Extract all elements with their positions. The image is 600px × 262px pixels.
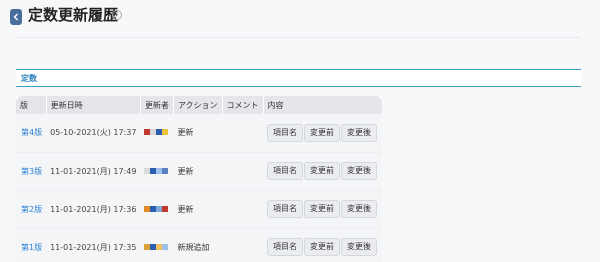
content-cell: 項目名 変更前 変更後 bbox=[263, 114, 383, 153]
content-cell: 項目名 変更前 変更後 bbox=[263, 152, 383, 191]
table-row: 第2版 11-01-2021(月) 17:36 更新 項目名 変更前 変更後 bbox=[16, 190, 383, 229]
avatar bbox=[144, 243, 169, 250]
version-cell: 第2版 bbox=[16, 190, 47, 229]
table-row: 第1版 11-01-2021(月) 17:35 新規追加 項目名 変更前 変更後 bbox=[16, 228, 383, 262]
avatar bbox=[144, 129, 169, 136]
comment-cell bbox=[222, 152, 264, 191]
version-cell: 第3版 bbox=[16, 152, 47, 191]
divider bbox=[16, 37, 580, 38]
action-cell: 更新 bbox=[173, 190, 223, 229]
datetime-cell: 11-01-2021(月) 17:49 bbox=[46, 152, 141, 191]
action-cell: 更新 bbox=[173, 114, 223, 153]
comment-cell bbox=[222, 228, 264, 262]
col-updater: 更新者 bbox=[140, 96, 174, 114]
after-button[interactable]: 変更後 bbox=[341, 162, 378, 180]
col-content: 内容 bbox=[263, 96, 383, 114]
section-label: 定数 bbox=[21, 74, 37, 83]
before-button[interactable]: 変更前 bbox=[304, 123, 341, 142]
col-version: 版 bbox=[16, 96, 47, 114]
after-button[interactable]: 変更後 bbox=[341, 200, 378, 218]
comment-cell bbox=[222, 114, 264, 153]
table-row: 第3版 11-01-2021(月) 17:49 更新 項目名 変更前 変更後 bbox=[16, 152, 383, 191]
history-table: 版 更新日時 更新者 アクション コメント 内容 第4版 05-10-2021(… bbox=[16, 96, 383, 262]
after-button[interactable]: 変更後 bbox=[341, 123, 378, 142]
after-button[interactable]: 変更後 bbox=[341, 238, 378, 256]
updater-cell bbox=[140, 114, 174, 153]
version-cell: 第4版 bbox=[16, 114, 47, 153]
datetime-cell: 05-10-2021(火) 17:37 bbox=[46, 114, 141, 153]
item-name-button[interactable]: 項目名 bbox=[267, 162, 304, 180]
version-cell: 第1版 bbox=[16, 228, 47, 262]
table-row: 第4版 05-10-2021(火) 17:37 更新 項目名 変更前 変更後 bbox=[16, 114, 383, 153]
table-header-row: 版 更新日時 更新者 アクション コメント 内容 bbox=[16, 96, 383, 114]
content-cell: 項目名 変更前 変更後 bbox=[263, 228, 383, 262]
avatar bbox=[144, 205, 169, 212]
comment-cell bbox=[222, 190, 264, 229]
updater-cell bbox=[140, 228, 174, 262]
version-link[interactable]: 第2版 bbox=[21, 205, 42, 214]
before-button[interactable]: 変更前 bbox=[304, 238, 341, 256]
before-button[interactable]: 変更前 bbox=[304, 162, 341, 180]
version-link[interactable]: 第1版 bbox=[21, 243, 42, 252]
updater-cell bbox=[140, 152, 174, 191]
item-name-button[interactable]: 項目名 bbox=[267, 238, 304, 256]
col-comment: コメント bbox=[222, 96, 264, 114]
item-name-button[interactable]: 項目名 bbox=[267, 200, 304, 218]
chevron-left-icon bbox=[13, 13, 18, 21]
help-icon[interactable]: ? bbox=[112, 10, 122, 20]
section-header: 定数 bbox=[16, 69, 581, 87]
datetime-cell: 11-01-2021(月) 17:36 bbox=[46, 190, 141, 229]
back-button[interactable] bbox=[10, 9, 22, 25]
version-link[interactable]: 第3版 bbox=[21, 167, 42, 176]
before-button[interactable]: 変更前 bbox=[304, 200, 341, 218]
item-name-button[interactable]: 項目名 bbox=[267, 123, 304, 142]
col-action: アクション bbox=[173, 96, 223, 114]
col-datetime: 更新日時 bbox=[46, 96, 141, 114]
action-cell: 更新 bbox=[173, 152, 223, 191]
avatar bbox=[144, 167, 169, 174]
updater-cell bbox=[140, 190, 174, 229]
content-cell: 項目名 変更前 変更後 bbox=[263, 190, 383, 229]
datetime-cell: 11-01-2021(月) 17:35 bbox=[46, 228, 141, 262]
action-cell: 新規追加 bbox=[173, 228, 223, 262]
page-title: 定数更新履歴 bbox=[28, 6, 119, 24]
version-link[interactable]: 第4版 bbox=[21, 128, 42, 137]
